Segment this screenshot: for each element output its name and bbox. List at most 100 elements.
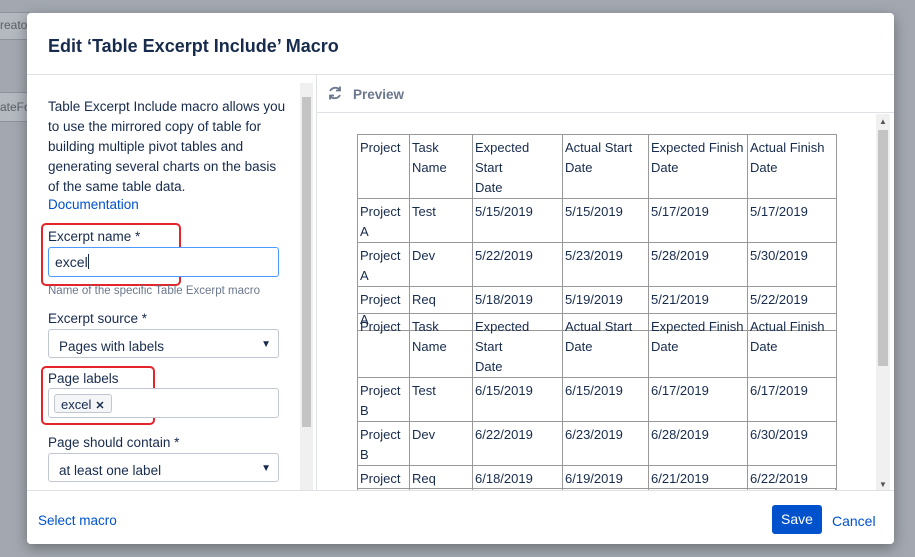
table-cell: 5/17/2019: [747, 198, 837, 243]
page-should-contain-value: at least one label: [59, 463, 162, 478]
cell-text-line: 6/22/2019: [750, 471, 808, 486]
table-header-cell: Task Name: [409, 134, 473, 199]
cancel-button[interactable]: Cancel: [832, 513, 876, 529]
cell-text-line: 6/18/2019: [475, 471, 533, 486]
cell-text-line: Test: [412, 204, 436, 219]
table-cell: 6/28/2019: [648, 421, 748, 466]
cell-text-line: Req: [412, 292, 436, 307]
cell-text-line: 5/18/2019: [475, 292, 533, 307]
select-macro-link[interactable]: Select macro: [38, 513, 117, 528]
table-row: Project B Dev 6/22/2019 6/23/2019 6/28/2019 6/…: [357, 421, 837, 466]
table-cell: 6/23/2019: [562, 421, 649, 466]
scroll-up-icon[interactable]: ▲: [879, 117, 887, 126]
refresh-icon[interactable]: [327, 85, 343, 101]
cell-text-line: Project: [360, 319, 401, 334]
dropdown-arrow-icon: ▼: [261, 463, 271, 474]
cell-text-line: Task: [412, 140, 439, 155]
table-header-cell: Expected Start Date: [472, 134, 563, 199]
excerpt-source-select[interactable]: Pages with labels ▼: [48, 329, 279, 358]
page-should-contain-label: Page should contain *: [48, 435, 180, 450]
cell-text-line: 6/28/2019: [651, 427, 709, 442]
table-header-cell: Actual Start Date: [562, 313, 649, 378]
cell-text-line: Expected Finish: [651, 140, 744, 155]
cell-text-line: B: [360, 447, 369, 462]
cell-text-line: Dev: [412, 248, 436, 263]
table-cell: Project A: [357, 242, 410, 287]
table-cell: 6/19/2019: [562, 465, 649, 490]
cell-text-line: Date: [565, 160, 593, 175]
cell-text-line: Expected Start: [475, 319, 530, 354]
cell-text-line: Project: [360, 471, 401, 486]
excerpt-name-value: excel: [55, 254, 88, 270]
excerpt-source-value: Pages with labels: [59, 339, 165, 354]
table-cell: 5/15/2019: [472, 198, 563, 243]
table-cell: 6/15/2019: [472, 377, 563, 422]
table-cell: 6/22/2019: [472, 421, 563, 466]
macro-parameters-panel: Table Excerpt Include macro allows you t…: [27, 75, 316, 490]
table-row: Project A Dev 5/22/2019 5/23/2019 5/28/2019 5/…: [357, 242, 837, 287]
cell-text-line: Name: [412, 160, 447, 175]
table-cell: 5/28/2019: [648, 242, 748, 287]
preview-scroll-thumb[interactable]: [878, 130, 888, 366]
cell-text-line: Expected Start: [475, 140, 530, 175]
cell-text-line: 6/15/2019: [475, 383, 533, 398]
left-panel-scroll-thumb[interactable]: [302, 97, 311, 427]
label-tag-text: excel: [61, 397, 92, 412]
table-cell: Dev: [409, 242, 473, 287]
excerpt-name-input[interactable]: excel: [48, 247, 279, 277]
cell-text-line: 5/19/2019: [565, 292, 623, 307]
cell-text-line: Project: [360, 248, 401, 263]
table-row: ProjectBReq 6/18/2019 6/19/2019 6/21/2019 6/…: [357, 465, 837, 490]
table-cell: Project B: [357, 421, 410, 466]
table-cell: Test: [409, 198, 473, 243]
table-cell: 5/15/2019: [562, 198, 649, 243]
cell-text-line: 5/22/2019: [475, 248, 533, 263]
cell-text-line: 5/17/2019: [750, 204, 808, 219]
preview-scrollbar[interactable]: ▲ ▼: [876, 114, 890, 490]
table-cell: Dev: [409, 421, 473, 466]
excerpt-source-label: Excerpt source *: [48, 311, 148, 326]
cell-text-line: 6/17/2019: [651, 383, 709, 398]
table-row: Project A Test 5/15/2019 5/15/2019 5/17/2019 5…: [357, 198, 837, 243]
cell-text-line: Name: [412, 339, 447, 354]
table-cell: 5/17/2019: [648, 198, 748, 243]
cell-text-line: A: [360, 224, 369, 239]
page-labels-label: Page labels: [48, 371, 119, 386]
cell-text-line: 6/23/2019: [565, 427, 623, 442]
cell-text-line: Date: [651, 339, 679, 354]
cell-text-line: 5/21/2019: [651, 292, 709, 307]
cell-text-line: 5/17/2019: [651, 204, 709, 219]
cell-text-line: 6/15/2019: [565, 383, 623, 398]
dialog-footer: Select macro Save Cancel: [27, 490, 894, 544]
label-tag: excel ✕: [54, 394, 112, 413]
documentation-link[interactable]: Documentation: [48, 197, 139, 212]
left-panel-scrollbar[interactable]: [300, 83, 313, 498]
page-should-contain-select[interactable]: at least one label ▼: [48, 453, 279, 482]
dropdown-arrow-icon: ▼: [261, 339, 271, 350]
table-header-cell: Actual Start Date: [562, 134, 649, 199]
page-labels-input[interactable]: excel ✕: [48, 388, 279, 418]
table-cell: Test: [409, 377, 473, 422]
remove-tag-icon[interactable]: ✕: [95, 400, 104, 412]
cell-text-line: 5/22/2019: [750, 292, 808, 307]
save-button[interactable]: Save: [772, 505, 822, 534]
cell-text-line: 6/19/2019: [565, 471, 623, 486]
table-header-cell: Expected Start Date: [472, 313, 563, 378]
preview-label: Preview: [353, 87, 405, 102]
dialog-header: Edit ‘Table Excerpt Include’ Macro: [27, 13, 894, 75]
cell-text-line: Project: [360, 427, 401, 442]
cell-text-line: 6/17/2019: [750, 383, 808, 398]
table-cell: 6/30/2019: [747, 421, 837, 466]
cell-text-line: Expected Finish: [651, 319, 744, 334]
cell-text-line: Date: [750, 160, 778, 175]
cell-text-line: Actual Finish: [750, 140, 825, 155]
table-cell: Req: [409, 465, 473, 490]
table-header-cell: Project: [357, 134, 410, 199]
scroll-down-icon[interactable]: ▼: [879, 480, 887, 489]
table-cell: 5/22/2019: [472, 242, 563, 287]
table-cell: Project B: [357, 377, 410, 422]
cell-text-line: B: [360, 403, 369, 418]
excerpt-name-label: Excerpt name *: [48, 229, 141, 244]
cell-text-line: A: [360, 268, 369, 283]
table-header-cell: Expected Finish Date: [648, 134, 748, 199]
